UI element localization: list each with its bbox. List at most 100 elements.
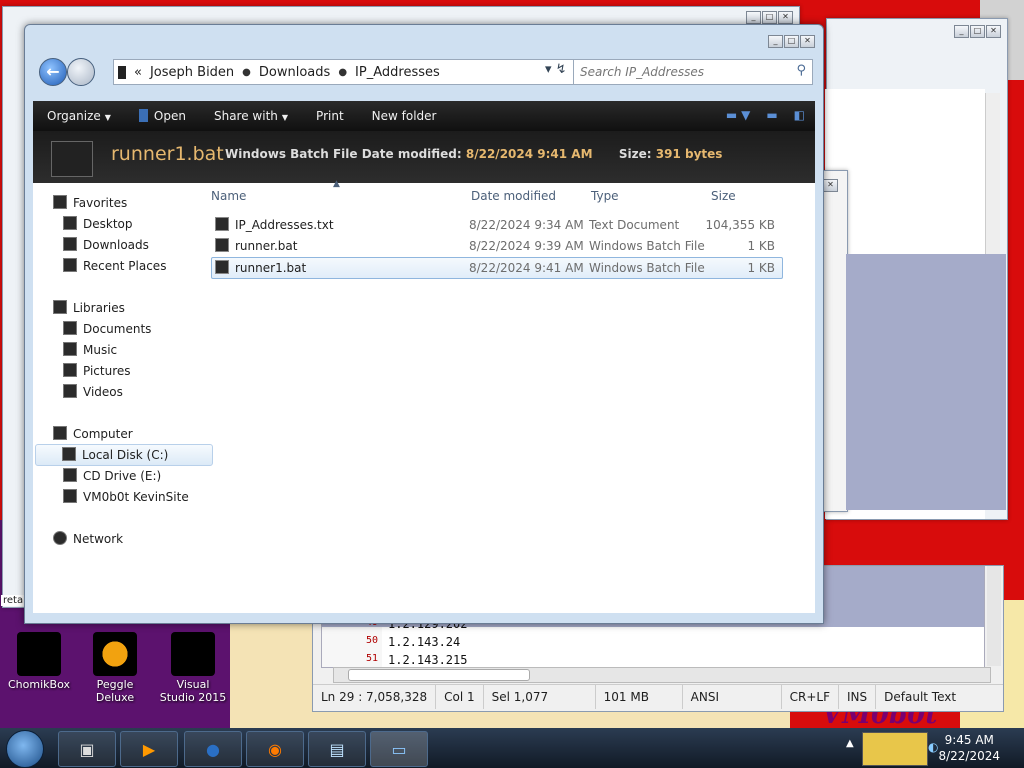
back-arrow-icon: ← — [46, 62, 60, 81]
file-thumbnail-icon — [51, 141, 93, 177]
horizontal-scrollbar[interactable] — [333, 667, 991, 683]
music-icon — [63, 342, 77, 356]
new-folder-button[interactable]: New folder — [358, 109, 451, 123]
batch-file-icon — [215, 260, 229, 274]
maximize-icon[interactable]: □ — [762, 11, 777, 24]
folder-icon: ▣ — [79, 739, 95, 759]
desktop-icon-visual-studio[interactable]: Visual Studio 2015 — [158, 632, 228, 704]
breadcrumb-separator-icon[interactable]: ● — [242, 67, 251, 78]
search-icon[interactable]: ⚲ — [796, 63, 806, 78]
minimize-icon[interactable]: _ — [954, 25, 969, 38]
breadcrumb-downloads[interactable]: Downloads — [259, 65, 330, 80]
close-icon[interactable]: ✕ — [986, 25, 1001, 38]
breadcrumb-separator-icon[interactable]: ● — [338, 67, 347, 78]
taskbar-explorer[interactable]: ▣ — [58, 731, 116, 767]
nav-label: Pictures — [83, 364, 131, 378]
nav-favorites[interactable]: Favorites — [53, 193, 127, 213]
details-file-name: runner1.bat — [111, 143, 224, 165]
breadcrumb-ip-addresses[interactable]: IP_Addresses — [355, 65, 440, 80]
nav-network[interactable]: Network — [53, 529, 123, 549]
tray-expand-icon[interactable]: ▲ — [846, 738, 854, 749]
file-row[interactable]: IP_Addresses.txt 8/22/2024 9:34 AM Text … — [211, 215, 781, 235]
notepad-icon: ▤ — [329, 739, 345, 759]
network-drive-icon — [63, 489, 77, 503]
line-number: 51 — [365, 653, 378, 664]
file-name-cell: runner.bat — [215, 236, 297, 256]
refresh-icon[interactable]: ▾ ↯ — [545, 62, 567, 77]
breadcrumb-overflow-icon[interactable]: « — [134, 65, 142, 80]
nav-local-disk[interactable]: Local Disk (C:) — [35, 444, 213, 466]
search-input[interactable] — [574, 60, 782, 84]
column-header-size[interactable]: Size — [711, 189, 736, 203]
nav-recent-places[interactable]: Recent Places — [63, 256, 166, 276]
desktop-icon-label: Visual Studio 2015 — [159, 678, 227, 704]
preview-pane-icon[interactable]: ▬ — [766, 108, 777, 122]
file-size-cell: 1 KB — [747, 261, 775, 275]
nav-computer[interactable]: Computer — [53, 424, 133, 444]
nav-downloads[interactable]: Downloads — [63, 235, 149, 255]
breadcrumb[interactable]: « Joseph Biden ● Downloads ● IP_Addresse… — [113, 59, 577, 85]
nav-desktop[interactable]: Desktop — [63, 214, 133, 234]
minimize-icon[interactable]: _ — [768, 35, 783, 48]
nav-cd-drive[interactable]: CD Drive (E:) — [63, 466, 161, 486]
tray-app-icon[interactable] — [862, 732, 928, 766]
nav-videos[interactable]: Videos — [63, 382, 123, 402]
open-button[interactable]: Open — [125, 109, 200, 123]
file-name: IP_Addresses.txt — [235, 218, 334, 232]
column-header-date-modified[interactable]: Date modified — [471, 189, 556, 203]
print-button[interactable]: Print — [302, 109, 358, 123]
close-icon[interactable]: ✕ — [778, 11, 793, 24]
search-box[interactable]: ⚲ — [573, 59, 813, 85]
clock-date: 8/22/2024 — [938, 749, 1000, 763]
taskbar-active-window[interactable]: ▭ — [370, 731, 428, 767]
forward-button[interactable] — [67, 58, 95, 86]
column-header-name[interactable]: Name — [211, 189, 246, 203]
explorer-window[interactable]: _ □ ✕ ← « Joseph Biden ● Downloads ● IP_… — [24, 24, 824, 624]
maximize-icon[interactable]: □ — [970, 25, 985, 38]
minimize-icon[interactable]: _ — [746, 11, 761, 24]
recent-places-icon — [63, 258, 77, 272]
organize-button[interactable]: Organize ▼ — [33, 109, 125, 123]
breadcrumb-joseph-biden[interactable]: Joseph Biden — [150, 65, 234, 80]
maximize-icon[interactable]: □ — [784, 35, 799, 48]
libraries-icon — [53, 300, 67, 314]
clock[interactable]: 9:45 AM 8/22/2024 — [938, 732, 1000, 764]
nav-documents[interactable]: Documents — [63, 319, 151, 339]
nav-libraries[interactable]: Libraries — [53, 298, 125, 318]
taskbar-firefox[interactable]: ◉ — [246, 731, 304, 767]
taskbar-network[interactable]: ● — [184, 731, 242, 767]
file-type-cell: Windows Batch File — [589, 239, 705, 253]
share-with-button[interactable]: Share with ▼ — [200, 109, 302, 123]
network-status-icon[interactable]: ◐ — [928, 740, 938, 754]
nav-label: Local Disk (C:) — [82, 448, 169, 462]
share-with-label: Share with — [213, 109, 278, 123]
file-list: Name ▲ Date modified Type Size IP_Addres… — [205, 179, 815, 613]
visual-studio-icon — [171, 632, 215, 676]
line-text: 1.2.143.215 — [388, 653, 468, 667]
vertical-scrollbar[interactable] — [987, 566, 1001, 666]
nav-pictures[interactable]: Pictures — [63, 361, 131, 381]
nav-label: VM0b0t KevinSite — [83, 490, 189, 504]
nav-network-share[interactable]: VM0b0t KevinSite — [63, 487, 189, 507]
file-row-selected[interactable]: runner1.bat 8/22/2024 9:41 AM Windows Ba… — [211, 257, 783, 279]
file-size-cell: 104,355 KB — [705, 218, 775, 232]
open-icon — [138, 109, 148, 122]
view-options-icon[interactable]: ▬ ▼ — [726, 108, 750, 122]
back-button[interactable]: ← — [39, 58, 67, 86]
close-icon[interactable]: ✕ — [800, 35, 815, 48]
taskbar-notepad[interactable]: ▤ — [308, 731, 366, 767]
taskbar-media-player[interactable]: ▶ — [120, 731, 178, 767]
desktop-icon-chomikbox[interactable]: ChomikBox — [4, 632, 74, 691]
file-row[interactable]: runner.bat 8/22/2024 9:39 AM Windows Bat… — [211, 236, 781, 256]
star-icon — [53, 195, 67, 209]
column-header-type[interactable]: Type — [591, 189, 619, 203]
help-icon[interactable]: ◧ — [794, 108, 805, 122]
close-icon[interactable]: ✕ — [823, 179, 838, 192]
scroll-thumb[interactable] — [348, 669, 530, 681]
status-eol: CR+LF — [782, 685, 839, 709]
start-button[interactable] — [6, 730, 44, 768]
background-window-middle[interactable]: ✕ — [820, 170, 848, 512]
nav-music[interactable]: Music — [63, 340, 117, 360]
desktop-icon-peggle[interactable]: Peggle Deluxe — [80, 632, 150, 704]
file-name-cell: IP_Addresses.txt — [215, 215, 334, 235]
